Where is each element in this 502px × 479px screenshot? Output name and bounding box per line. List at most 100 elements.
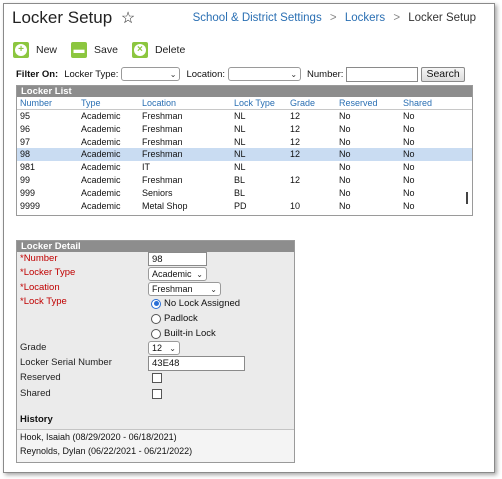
chevron-down-icon: ⌄ [290, 69, 298, 79]
radio-button[interactable] [151, 328, 161, 339]
chevron-down-icon: ⌄ [169, 343, 176, 353]
page-title-text: Locker Setup [12, 8, 113, 27]
shared-checkbox[interactable] [152, 389, 162, 399]
cell-grade [290, 187, 339, 200]
breadcrumb-lockers[interactable]: Lockers [345, 12, 385, 24]
filter-bar: Filter On: Locker Type: ⌄ Location: ⌄ Nu… [16, 66, 465, 82]
reserved-label: Reserved [20, 372, 61, 383]
table-row[interactable]: 9999 Academic Metal Shop PD 10 No No [17, 200, 472, 213]
column-header-type[interactable]: Type [81, 97, 142, 109]
page-title: Locker Setup ☆ [12, 8, 135, 28]
lock-option-padlock[interactable]: Padlock [151, 313, 198, 324]
delete-button[interactable]: × Delete [131, 42, 186, 58]
number-field[interactable]: 98 [148, 252, 207, 266]
column-header-grade[interactable]: Grade [290, 97, 339, 109]
save-button[interactable]: ▬ Save [71, 42, 118, 58]
chevron-down-icon: ⌄ [210, 284, 217, 294]
column-header-location[interactable]: Location [142, 97, 234, 109]
cell-lock-type: NL [234, 136, 246, 147]
cell-shared: No [403, 174, 415, 185]
delete-icon: × [131, 42, 148, 58]
column-header-lock-type[interactable]: Lock Type [234, 97, 290, 109]
lock-option-label: No Lock Assigned [164, 298, 241, 309]
cell-shared: No [403, 187, 415, 198]
location-label: *Location [20, 282, 60, 293]
cell-location: Freshman [142, 174, 183, 185]
cell-location: Freshman [142, 136, 183, 147]
radio-button[interactable] [151, 313, 161, 324]
table-row[interactable]: 95 Academic Freshman NL 12 No No [17, 110, 472, 123]
locker-type-filter-select[interactable]: ⌄ [121, 67, 181, 81]
app-window: Locker Setup ☆ School & District Setting… [3, 3, 495, 473]
column-header-reserved[interactable]: Reserved [339, 97, 403, 109]
grade-value: 12 [152, 343, 163, 353]
favorite-star-icon[interactable]: ☆ [121, 10, 135, 27]
cell-reserved: No [339, 162, 351, 173]
lock-option-built-in[interactable]: Built-in Lock [151, 328, 216, 339]
grade-select[interactable]: 12 ⌄ [148, 341, 180, 355]
cell-grade: 12 [290, 174, 301, 185]
cell-lock-type: PD [234, 200, 247, 211]
cell-location: IT [142, 162, 150, 173]
cell-reserved: No [339, 149, 351, 160]
cell-reserved: No [339, 123, 351, 134]
table-row[interactable]: 98 Academic Freshman NL 12 No No [17, 148, 472, 162]
grade-label: Grade [20, 342, 47, 353]
cell-shared: No [403, 136, 415, 147]
table-row[interactable]: 97 Academic Freshman NL 12 No No [17, 136, 472, 149]
cell-number: 97 [20, 136, 31, 147]
cell-number: 95 [20, 111, 31, 121]
history-entry: Reynolds, Dylan (06/22/2021 - 06/21/2022… [20, 446, 193, 456]
cell-type: Academic [81, 111, 121, 121]
lock-option-label: Padlock [164, 313, 198, 324]
breadcrumb: School & District Settings > Lockers > L… [193, 12, 476, 24]
new-button[interactable]: + New [13, 42, 57, 58]
new-button-label: New [36, 44, 58, 56]
table-row[interactable]: 99 Academic Freshman BL 12 No No [17, 174, 472, 187]
cell-type: Academic [81, 162, 121, 173]
history-entry: Hook, Isaiah (08/29/2020 - 06/18/2021) [20, 432, 177, 442]
locker-type-select[interactable]: Academic ⌄ [148, 267, 207, 281]
radio-button-selected[interactable] [151, 298, 161, 309]
column-header-shared[interactable]: Shared [403, 97, 457, 109]
cell-shared: No [403, 123, 415, 134]
cell-reserved: No [339, 111, 351, 121]
table-row[interactable]: 96 Academic Freshman NL 12 No No [17, 123, 472, 136]
locker-detail-title: Locker Detail [17, 241, 294, 252]
breadcrumb-school-district-settings[interactable]: School & District Settings [193, 12, 322, 24]
locker-list-header: Number Type Location Lock Type Grade Res… [17, 97, 472, 110]
reserved-checkbox[interactable] [152, 373, 162, 383]
table-row[interactable]: 999 Academic Seniors BL No No [17, 187, 472, 200]
table-row[interactable]: 981 Academic IT NL No No [17, 161, 472, 174]
cell-lock-type: NL [234, 149, 246, 160]
delete-button-label: Delete [154, 44, 186, 56]
number-filter-input[interactable] [346, 66, 419, 82]
cell-number: 99 [20, 174, 31, 185]
cell-type: Academic [81, 149, 121, 160]
cell-location: Metal Shop [142, 200, 188, 211]
shared-label: Shared [20, 388, 51, 399]
history-heading: History [20, 414, 53, 425]
cell-lock-type: NL [234, 111, 246, 121]
serial-number-field[interactable]: 43E48 [148, 356, 245, 371]
cell-shared: No [403, 149, 415, 160]
search-button[interactable]: Search [421, 66, 465, 82]
cell-type: Academic [81, 187, 121, 198]
locker-type-value: Academic [152, 269, 192, 279]
scrollbar-thumb[interactable] [466, 192, 468, 204]
cell-lock-type: NL [234, 162, 246, 173]
breadcrumb-current: Locker Setup [408, 12, 476, 24]
plus-icon: + [13, 42, 29, 58]
location-select[interactable]: Freshman ⌄ [148, 282, 221, 296]
locker-list-rows: 95 Academic Freshman NL 12 No No 96 Academic Fres… [17, 110, 472, 212]
cell-grade [290, 161, 339, 174]
locker-list-panel: Locker List Number Type Location Lock Ty… [16, 85, 473, 216]
column-header-number[interactable]: Number [17, 97, 81, 109]
cell-location: Seniors [142, 187, 173, 198]
locker-list-title: Locker List [17, 86, 472, 97]
list-scrollbar[interactable] [463, 111, 471, 214]
cell-shared: No [403, 162, 415, 173]
lock-option-no-lock[interactable]: No Lock Assigned [151, 298, 240, 309]
cell-type: Academic [81, 174, 121, 185]
location-filter-select[interactable]: ⌄ [228, 67, 302, 81]
